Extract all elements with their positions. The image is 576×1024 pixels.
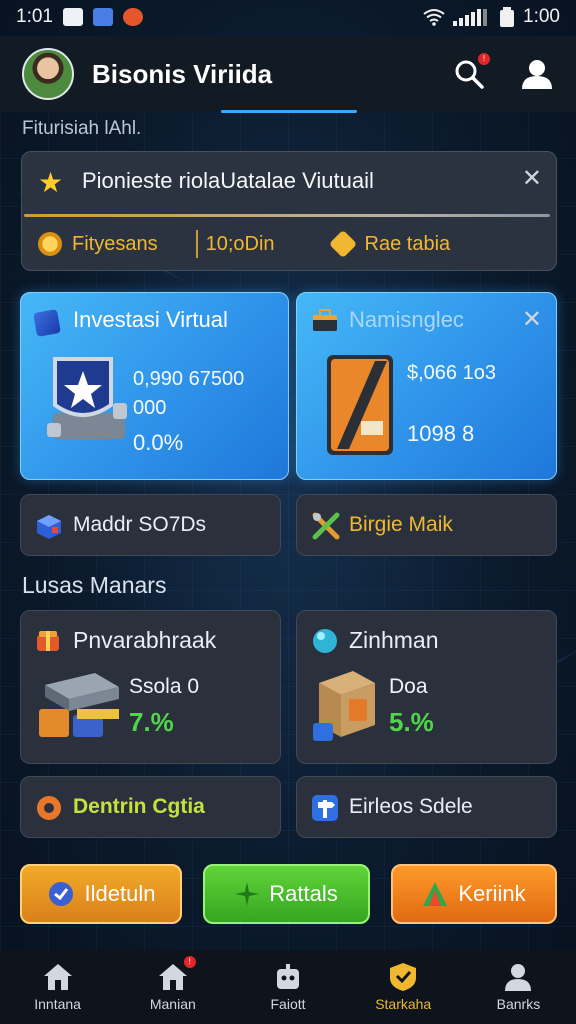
- section-title-mid: Lusas Manars: [22, 572, 167, 598]
- nav-label: Faiott: [270, 996, 306, 1012]
- card-percent: 7.%: [129, 707, 174, 737]
- action-button-3[interactable]: Keriink: [391, 864, 557, 924]
- triangle-icon: [423, 882, 448, 906]
- investasi-value-1: 0,990 67500: [133, 368, 245, 390]
- nav-label: Manian: [149, 996, 196, 1012]
- pnvara-card[interactable]: Pnvarabhraak Ssola 0 7.%: [20, 610, 281, 764]
- battery-icon: [500, 7, 515, 27]
- status-bar: 1:01 1:00: [0, 0, 576, 34]
- close-icon[interactable]: ✕: [522, 164, 542, 193]
- app-title: Bisonis Viriida: [92, 58, 273, 89]
- birgie-button[interactable]: Birgie Maik: [296, 494, 557, 556]
- search-button[interactable]: !: [452, 53, 490, 91]
- bottom-nav: Inntana ! Manian Faiott Starkaha Banrks: [0, 950, 576, 1024]
- notification-icon: [62, 8, 83, 26]
- notification-badge: !: [183, 956, 196, 968]
- signal-icon: [453, 9, 488, 26]
- shield-icon: [47, 357, 127, 439]
- card-percent: 5.%: [389, 707, 434, 737]
- cube-icon: [33, 309, 61, 337]
- active-tab-indicator: [221, 110, 357, 113]
- briefcase-icon: [313, 309, 337, 331]
- star-icon: ★: [38, 167, 64, 198]
- gift-icon: [37, 631, 59, 651]
- user-icon: [522, 60, 552, 89]
- dentrin-button[interactable]: Dentrin Cgtia: [20, 776, 281, 838]
- home-icon: [158, 964, 187, 990]
- nav-item-home[interactable]: Inntana: [0, 950, 115, 1024]
- sparkle-icon: [235, 882, 260, 906]
- nav-item-starkaha[interactable]: Starkaha: [346, 950, 461, 1024]
- namis-count: 1098 8: [407, 421, 475, 446]
- card-label: Ssola 0: [129, 675, 200, 698]
- close-icon[interactable]: ✕: [522, 305, 542, 334]
- coin-icon: [38, 232, 62, 256]
- box-icon: [37, 515, 61, 539]
- button-label: Ildetuln: [84, 881, 156, 906]
- wifi-icon: [423, 9, 445, 26]
- gem-icon: [328, 229, 357, 259]
- nav-label: Starkaha: [375, 996, 432, 1012]
- card-title: Pnvarabhraak: [73, 627, 217, 653]
- divider: [195, 230, 198, 258]
- globe-icon: [313, 629, 337, 653]
- button-label: Birgie Maik: [349, 513, 453, 536]
- notification-icon: [122, 8, 143, 26]
- app-header: Bisonis Viriida !: [0, 36, 576, 112]
- nav-item-manian[interactable]: ! Manian: [115, 950, 230, 1024]
- banner-stat-1: Fityesans: [72, 232, 158, 255]
- card-icon: [327, 355, 393, 455]
- badge-icon: [48, 882, 73, 906]
- card-title: Namisnglec: [349, 307, 464, 332]
- shield-icon: [390, 963, 417, 991]
- gear-icon: [37, 796, 61, 820]
- action-button-1[interactable]: Ildetuln: [20, 864, 182, 924]
- nav-label: Banrks: [496, 996, 541, 1012]
- investasi-percent: 0.0%: [133, 430, 184, 455]
- status-time-left: 1:01: [16, 6, 53, 27]
- profile-button[interactable]: [520, 57, 554, 91]
- promo-banner[interactable]: ★ Pionieste riolaUatalae Viutuail ✕ Fity…: [21, 151, 557, 271]
- signpost-icon: [312, 795, 338, 821]
- maddr-button[interactable]: Maddr SO7Ds: [20, 494, 281, 556]
- package-icon: [313, 671, 375, 741]
- card-title: Zinhman: [349, 627, 439, 653]
- namis-card[interactable]: Namisnglec ✕ $,066 1o3 1098 8: [296, 292, 557, 480]
- banner-divider: [24, 214, 550, 217]
- action-button-2[interactable]: Rattals: [203, 864, 370, 924]
- button-label: Keriink: [458, 881, 526, 906]
- tools-icon: [312, 512, 340, 540]
- button-label: Maddr SO7Ds: [73, 513, 207, 536]
- nav-item-faiott[interactable]: Faiott: [230, 950, 345, 1024]
- person-icon: [505, 964, 532, 991]
- notification-badge: !: [478, 53, 490, 65]
- banner-title: Pionieste riolaUatalae Viutuail: [82, 168, 374, 193]
- avatar[interactable]: [22, 48, 74, 100]
- nav-label: Inntana: [34, 996, 81, 1012]
- button-label: Rattals: [269, 881, 338, 906]
- home-icon: [43, 964, 72, 990]
- eirleos-button[interactable]: Eirleos Sdele: [296, 776, 557, 838]
- notification-icon: [92, 8, 113, 26]
- investasi-value-2: 000: [133, 397, 167, 419]
- investasi-card[interactable]: Investasi Virtual 0,990 67500 000 0.0%: [20, 292, 289, 480]
- nav-item-banrks[interactable]: Banrks: [461, 950, 576, 1024]
- section-title-top: Fiturisiah lAhl.: [22, 118, 142, 139]
- card-title: Investasi Virtual: [73, 307, 228, 332]
- robot-icon: [277, 964, 299, 989]
- button-label: Eirleos Sdele: [349, 795, 473, 818]
- namis-value: $,066 1o3: [407, 362, 496, 384]
- banner-stat-3: Rae tabia: [364, 232, 451, 255]
- card-label: Doa: [389, 675, 428, 698]
- banner-stat-2: 10;oDin: [205, 232, 275, 255]
- button-label: Dentrin Cgtia: [73, 795, 205, 818]
- stack-icon: [39, 673, 119, 737]
- zinh-card[interactable]: Zinhman Doa 5.%: [296, 610, 557, 764]
- status-time-right: 1:00: [523, 6, 560, 27]
